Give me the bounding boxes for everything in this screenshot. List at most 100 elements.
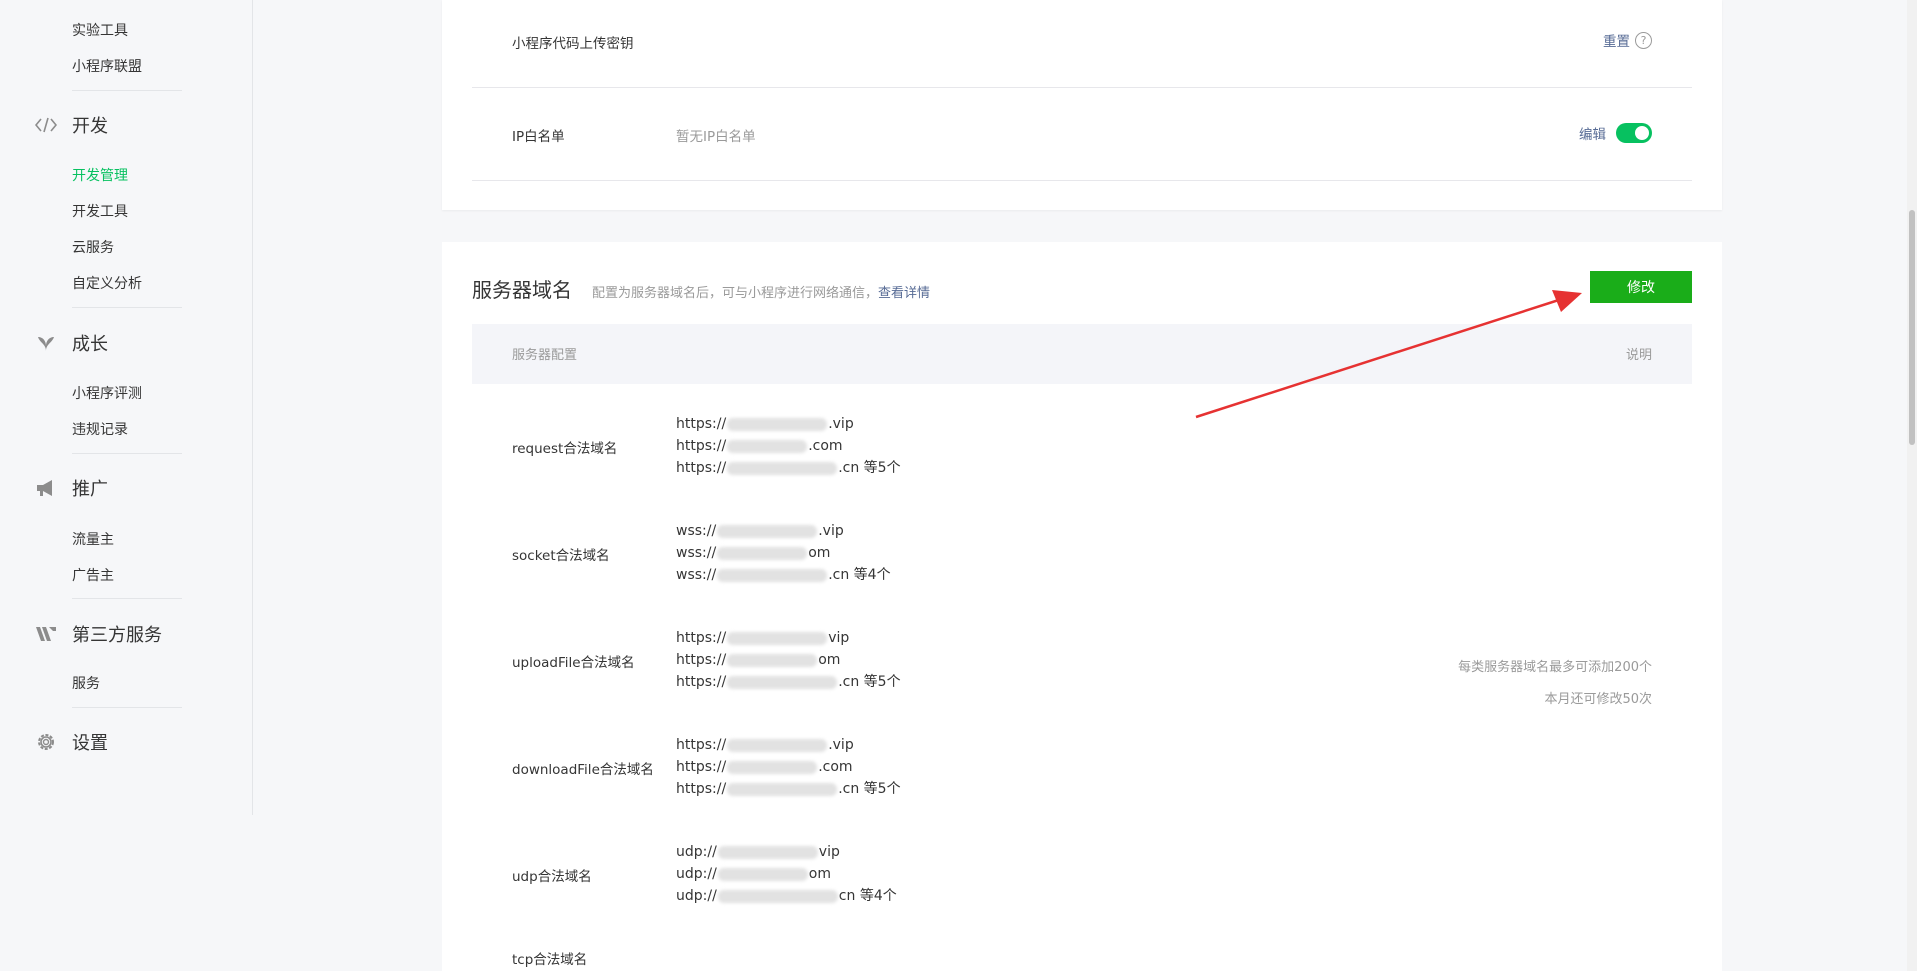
domain-type-label: socket合法域名 [512, 548, 610, 564]
view-details-link[interactable]: 查看详情 [878, 282, 930, 301]
sidebar-section-promotion[interactable]: 推广 [34, 475, 108, 501]
domain-protocol: https:// [676, 674, 727, 690]
domain-protocol: https:// [676, 737, 727, 753]
sidebar-divider [72, 307, 182, 308]
modify-button[interactable]: 修改 [1590, 271, 1692, 303]
reset-secret-link[interactable]: 重置 [1603, 30, 1630, 50]
domain-protocol: https:// [676, 630, 727, 646]
sidebar-divider [72, 707, 182, 708]
redacted-domain [727, 653, 818, 667]
sidebar-item-cloud-service[interactable]: 云服务 [72, 237, 114, 257]
domain-entry: https:// om [676, 649, 901, 671]
header-server-config: 服务器配置 [512, 348, 578, 363]
redacted-domain [727, 782, 838, 796]
sidebar-item-custom-analysis[interactable]: 自定义分析 [72, 273, 142, 293]
help-icon[interactable]: ? [1635, 31, 1652, 49]
domain-suffix: .cn 等5个 [838, 460, 901, 476]
domain-protocol: https:// [676, 781, 727, 797]
code-icon [34, 113, 58, 137]
domain-list: https:// .vip https:// .com https:// .cn 等5个 [676, 734, 901, 800]
domain-protocol: https:// [676, 438, 727, 454]
domain-suffix: .com [818, 759, 853, 775]
redacted-domain [717, 546, 808, 560]
sidebar-divider [72, 598, 182, 599]
domain-entry: https:// .com [676, 756, 901, 778]
redacted-domain [727, 439, 808, 453]
row-divider [472, 87, 1692, 88]
sidebar-section-third-party[interactable]: 第三方服务 [34, 621, 162, 647]
sidebar-divider [72, 453, 182, 454]
domain-list: https:// vip https:// om https:// .cn 等5个 [676, 627, 901, 693]
domain-suffix: .com [808, 438, 843, 454]
sidebar-item-mp-alliance[interactable]: 小程序联盟 [72, 56, 142, 76]
domain-protocol: wss:// [676, 567, 717, 583]
sidebar-section-settings[interactable]: 设置 [34, 729, 108, 755]
scrollbar-thumb[interactable] [1909, 210, 1915, 445]
domain-suffix: om [808, 545, 831, 561]
server-domain-header: 服务器域名 配置为服务器域名后，可与小程序进行网络通信， 查看详情 [472, 274, 930, 303]
modify-remaining-note: 本月还可修改50次 [1544, 692, 1652, 707]
domain-entry: https:// .cn 等5个 [676, 778, 901, 800]
domain-entry: https:// .vip [676, 734, 901, 756]
ip-whitelist-value: 暂无IP白名单 [676, 129, 756, 145]
domain-suffix: .cn 等5个 [838, 781, 901, 797]
redacted-domain [727, 675, 838, 689]
ip-whitelist-toggle[interactable] [1616, 123, 1652, 143]
domain-type-label: request合法域名 [512, 441, 618, 457]
sidebar-item-advertiser[interactable]: 广告主 [72, 565, 114, 585]
section-description: 配置为服务器域名后，可与小程序进行网络通信， [592, 286, 879, 301]
domain-entry: https:// .com [676, 435, 901, 457]
domain-suffix: vip [828, 630, 850, 646]
page-scrollbar[interactable] [1907, 0, 1917, 971]
megaphone-icon [34, 476, 58, 500]
sidebar-item-experiment-tools[interactable]: 实验工具 [72, 20, 128, 40]
sidebar-section-growth[interactable]: 成长 [34, 330, 108, 356]
edit-ip-link[interactable]: 编辑 [1579, 123, 1606, 143]
server-domain-card: 服务器域名 配置为服务器域名后，可与小程序进行网络通信， 查看详情 修改 服务器… [442, 242, 1722, 971]
sidebar-section-label: 设置 [72, 733, 108, 754]
third-party-icon [34, 622, 58, 646]
domain-protocol: https:// [676, 759, 727, 775]
domain-entry: wss:// om [676, 542, 891, 564]
domain-protocol: udp:// [676, 866, 717, 882]
domain-protocol: udp:// [676, 844, 717, 860]
domain-entry: udp:// vip [676, 841, 897, 863]
domain-suffix: om [818, 652, 841, 668]
domain-suffix: .vip [828, 416, 854, 432]
domain-entry: https:// .cn 等5个 [676, 457, 901, 479]
redacted-domain [727, 760, 818, 774]
sidebar-item-dev-management[interactable]: 开发管理 [72, 165, 128, 185]
domain-entry: wss:// .cn 等4个 [676, 564, 891, 586]
sidebar-item-traffic-owner[interactable]: 流量主 [72, 529, 114, 549]
upload-secret-label: 小程序代码上传密钥 [512, 36, 634, 52]
domain-suffix: .vip [818, 523, 844, 539]
domain-type-label: tcp合法域名 [512, 952, 588, 968]
domain-list: https:// .vip https:// .com https:// .cn 等5个 [676, 413, 901, 479]
table-header: 服务器配置 说明 [472, 324, 1692, 384]
domain-protocol: udp:// [676, 888, 717, 904]
sidebar-section-label: 成长 [72, 334, 108, 355]
sidebar-section-label: 开发 [72, 116, 108, 137]
redacted-domain [727, 631, 828, 645]
domain-entry: https:// .vip [676, 413, 901, 435]
domain-suffix: .cn 等4个 [828, 567, 891, 583]
sidebar-item-services[interactable]: 服务 [72, 673, 100, 693]
sidebar-item-dev-tools[interactable]: 开发工具 [72, 201, 128, 221]
domain-suffix: om [808, 866, 831, 882]
redacted-domain [717, 524, 818, 538]
domain-protocol: https:// [676, 652, 727, 668]
domain-suffix: vip [818, 844, 840, 860]
redacted-domain [717, 889, 838, 903]
domain-type-label: downloadFile合法域名 [512, 762, 654, 778]
gear-icon [34, 730, 58, 754]
sidebar-section-label: 推广 [72, 479, 108, 500]
domain-entry: https:// .cn 等5个 [676, 671, 901, 693]
sidebar-item-violations[interactable]: 违规记录 [72, 419, 128, 439]
sidebar-section-develop[interactable]: 开发 [34, 112, 108, 138]
sidebar: 实验工具 小程序联盟 开发 开发管理 开发工具 云服务 自定义分析 成长 小程序… [0, 0, 253, 815]
domain-type-label: udp合法域名 [512, 869, 592, 885]
leaf-icon [34, 331, 58, 355]
secret-actions: 重置 ? [1603, 30, 1652, 50]
sidebar-section-label: 第三方服务 [72, 625, 162, 646]
sidebar-item-mp-review[interactable]: 小程序评测 [72, 383, 142, 403]
